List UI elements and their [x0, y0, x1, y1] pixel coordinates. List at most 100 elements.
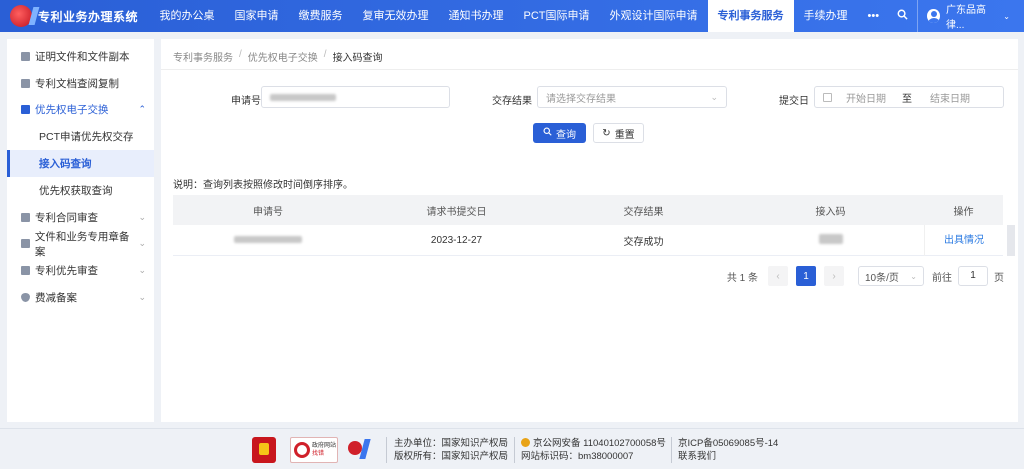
- search-icon[interactable]: [889, 9, 916, 23]
- issue-status-link[interactable]: 出具情况: [924, 224, 1003, 256]
- calendar-icon: [823, 92, 832, 102]
- nav-design[interactable]: 外观设计国际申请: [600, 0, 708, 32]
- divider: [161, 69, 1018, 70]
- sidebar-item-label: 接入码查询: [39, 158, 92, 171]
- nav-national[interactable]: 国家申请: [225, 0, 289, 32]
- chevron-down-icon: ⌄: [138, 265, 146, 276]
- results-table: 申请号 请求书提交日 交存结果 接入码 操作 2023-12-27 交存成功 出…: [173, 195, 1015, 256]
- sidebar-item-certificates[interactable]: 证明文件和文件副本: [7, 43, 154, 70]
- sidebar-item-pct-priority-deposit[interactable]: PCT申请优先权交存: [7, 123, 154, 150]
- app-no-redacted: [234, 235, 302, 243]
- user-menu[interactable]: 广东品高律... ⌄: [917, 1, 1024, 31]
- main-panel: 专利事务服务 / 优先权电子交换 / 接入码查询 申请号 交存结果 请选择交存结…: [161, 39, 1018, 422]
- goto-page-input[interactable]: 1: [958, 266, 988, 286]
- sidebar-item-priority-exchange[interactable]: 优先权电子交换 ⌃: [7, 97, 154, 124]
- app-title: 专利业务办理系统: [38, 9, 139, 24]
- result-select[interactable]: 请选择交存结果 ⌄: [537, 86, 727, 108]
- cell-result: 交存成功: [623, 236, 664, 248]
- page-size-value: 10条/页: [865, 272, 899, 284]
- sidebar-item-contract-review[interactable]: 专利合同审查 ⌄: [7, 204, 154, 231]
- sidebar-item-access-code-query[interactable]: 接入码查询: [7, 150, 154, 177]
- sidebar: 证明文件和文件副本 专利文档查阅复制 优先权电子交换 ⌃ PCT申请优先权交存 …: [7, 39, 154, 422]
- prev-page-button[interactable]: ‹: [768, 266, 788, 286]
- nav-procedures[interactable]: 手续办理: [794, 0, 858, 32]
- refresh-icon: ↻: [602, 127, 611, 139]
- priority-icon: [21, 266, 30, 276]
- footer-police-block: 京公网安备 11040102700058号 网站标识码：bm38000007: [521, 437, 666, 463]
- gov-badge-line2: 找错: [312, 451, 325, 457]
- sidebar-item-doc-copy[interactable]: 专利文档查阅复制: [7, 70, 154, 97]
- date-range-picker[interactable]: 开始日期 至 结束日期: [814, 86, 1004, 108]
- page-1-button[interactable]: 1: [796, 266, 816, 286]
- cell-access-code: [737, 233, 924, 247]
- police-badge-icon: [521, 438, 530, 447]
- sidebar-item-label: 优先权电子交换: [35, 104, 109, 117]
- col-app-no: 申请号: [253, 206, 283, 218]
- chevron-down-icon: ⌄: [910, 271, 917, 281]
- breadcrumb-item[interactable]: 优先权电子交换: [248, 49, 318, 64]
- seal-icon: [21, 239, 30, 249]
- gov-badge-text: 政府网站 找错: [312, 442, 336, 458]
- sidebar-item-label: 文件和业务专用章备案: [34, 230, 130, 258]
- total-count: 共 1 条: [726, 272, 758, 284]
- breadcrumb-separator: /: [323, 49, 327, 60]
- top-bar: 专利业务办理系统 我的办公桌 国家申请 缴费服务 复审无效办理 通知书办理 PC…: [0, 0, 1024, 32]
- search-icon: [543, 127, 552, 139]
- sidebar-item-label: 专利优先审查: [35, 265, 98, 278]
- app-no-value-redacted: [270, 93, 336, 101]
- table-row: 2023-12-27 交存成功 出具情况: [173, 224, 1003, 256]
- cnipa-logo-icon: [348, 439, 376, 461]
- footer-sponsor-block: 主办单位：国家知识产权局 版权所有：国家知识产权局: [394, 437, 508, 463]
- nav-patent-affairs[interactable]: 专利事务服务: [707, 0, 794, 32]
- gov-error-report-badge[interactable]: 政府网站 找错: [290, 437, 338, 463]
- breadcrumb-item[interactable]: 专利事务服务: [173, 49, 233, 64]
- chevron-down-icon: ⌄: [138, 238, 146, 249]
- archive-icon: [21, 78, 30, 88]
- sidebar-item-label: 费减备案: [35, 292, 77, 305]
- sidebar-item-label: 证明文件和文件副本: [35, 50, 130, 63]
- document-icon: [21, 51, 30, 61]
- magnifier-icon: [294, 442, 310, 458]
- nav-notice[interactable]: 通知书办理: [439, 0, 514, 32]
- table-scrollbar[interactable]: [1007, 225, 1015, 256]
- access-code-redacted: [818, 233, 843, 244]
- col-submit-date: 请求书提交日: [426, 206, 487, 218]
- footer-icp-block: 京ICP备05069085号-14 联系我们: [678, 437, 778, 463]
- col-result: 交存结果: [623, 206, 664, 218]
- reset-button[interactable]: ↻ 重置: [593, 123, 644, 143]
- police-emblem-icon[interactable]: [252, 437, 276, 463]
- nav-pct[interactable]: PCT国际申请: [514, 0, 600, 32]
- chevron-up-icon: ⌃: [138, 104, 146, 115]
- search-button-label: 查询: [556, 129, 576, 141]
- breadcrumb-separator: /: [239, 49, 242, 60]
- page-size-select[interactable]: 10条/页 ⌄: [858, 266, 924, 286]
- nav-reexam[interactable]: 复审无效办理: [353, 0, 439, 32]
- app-logo[interactable]: 专利业务办理系统: [0, 5, 150, 27]
- sidebar-item-priority-retrieval[interactable]: 优先权获取查询: [7, 177, 154, 204]
- sidebar-item-fee-reduction[interactable]: 费减备案 ⌄: [7, 284, 154, 311]
- chevron-down-icon: ⌄: [710, 91, 718, 102]
- sidebar-item-seal-filing[interactable]: 文件和业务专用章备案 ⌄: [7, 231, 154, 258]
- sidebar-item-label: 优先权获取查询: [39, 184, 113, 197]
- nav-more[interactable]: •••: [858, 0, 890, 32]
- footer-copyright: 版权所有：国家知识产权局: [394, 451, 509, 462]
- footer-contact-link[interactable]: 联系我们: [678, 451, 716, 462]
- user-avatar-icon: [927, 9, 941, 23]
- query-note: 说明：查询列表按照修改时间倒序排序。: [173, 180, 353, 191]
- footer-divider: [514, 437, 515, 463]
- page-unit-label: 页: [994, 272, 1004, 284]
- main-nav: 我的办公桌 国家申请 缴费服务 复审无效办理 通知书办理 PCT国际申请 外观设…: [150, 0, 890, 32]
- sidebar-item-priority-exam[interactable]: 专利优先审查 ⌄: [7, 257, 154, 284]
- footer-police-record[interactable]: 京公网安备 11040102700058号: [533, 438, 666, 449]
- gov-badge-line1: 政府网站: [312, 443, 337, 449]
- logo-bar: [359, 439, 371, 459]
- nav-desk[interactable]: 我的办公桌: [150, 0, 225, 32]
- chevron-down-icon: ⌄: [138, 211, 146, 222]
- search-button[interactable]: 查询: [533, 123, 586, 143]
- app-no-input[interactable]: [261, 86, 450, 108]
- footer-icp[interactable]: 京ICP备05069085号-14: [678, 438, 778, 449]
- sidebar-item-label: PCT申请优先权交存: [39, 131, 134, 144]
- cell-app-no: [173, 235, 363, 246]
- nav-fee[interactable]: 缴费服务: [289, 0, 353, 32]
- next-page-button[interactable]: ›: [824, 266, 844, 286]
